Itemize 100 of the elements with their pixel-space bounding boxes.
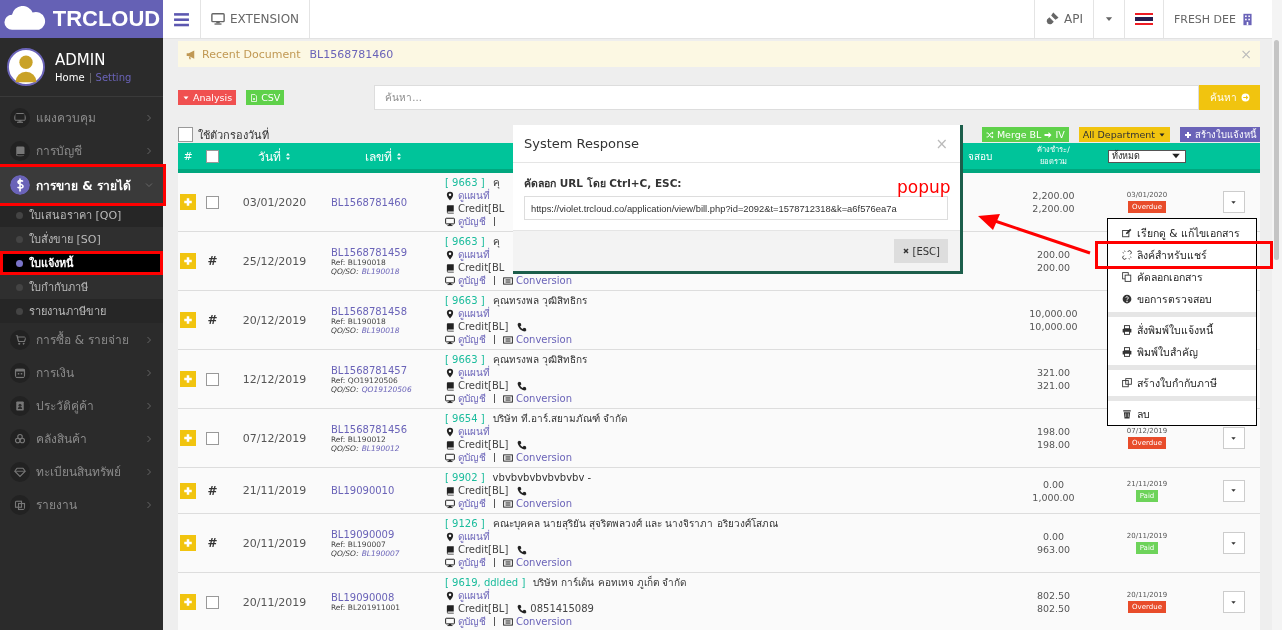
document-link[interactable]: BL19090010 [331, 485, 395, 496]
row-checkbox[interactable] [206, 431, 219, 445]
caret-icon [1230, 198, 1237, 206]
conversion-link[interactable]: Conversion [516, 393, 573, 404]
account-link[interactable]: ดูบัญชี [458, 555, 486, 570]
select-all-checkbox[interactable] [206, 149, 219, 163]
expand-button[interactable] [180, 594, 196, 610]
sidebar-item[interactable]: การบัญชี [0, 134, 163, 167]
row-menu-button[interactable] [1222, 532, 1245, 554]
row-menu-button[interactable] [1222, 191, 1245, 213]
menu-item[interactable]: ขอการตรวจสอบ [1108, 288, 1256, 310]
sidebar-item[interactable]: การขาย & รายได้ [0, 167, 163, 203]
pin-icon [445, 367, 455, 378]
scrollbar[interactable] [1272, 0, 1282, 630]
conversion-link[interactable]: Conversion [516, 275, 573, 286]
conversion-link[interactable]: Conversion [516, 334, 573, 345]
expand-button[interactable] [180, 482, 196, 499]
account-link[interactable]: ดูบัญชี [458, 273, 486, 288]
plug-icon [1044, 12, 1059, 26]
list-icon [503, 557, 513, 568]
account-link[interactable]: ดูบัญชี [458, 391, 486, 406]
map-link[interactable]: ดูแผนที่ [458, 529, 490, 544]
api-button[interactable]: API [1033, 0, 1093, 38]
menu-item[interactable]: คัดลอกเอกสาร [1108, 266, 1256, 288]
row-menu-button[interactable] [1222, 427, 1245, 449]
row-checkbox[interactable] [206, 195, 219, 209]
account-link[interactable]: ดูบัญชี [458, 450, 486, 465]
conversion-link[interactable]: Conversion [516, 616, 573, 627]
expand-button[interactable] [180, 253, 196, 269]
extension-button[interactable]: EXTENSION [201, 0, 311, 38]
conversion-link[interactable]: Conversion [516, 557, 573, 568]
phone-number: 0851415089 [530, 603, 594, 614]
filter-label: ใช้ตัวกรองวันที่ [198, 126, 269, 144]
sidebar-subitem[interactable]: ใบสั่งขาย [SO] [0, 227, 163, 251]
create-button[interactable]: สร้างใบแจ้งหนี้ [1180, 127, 1260, 142]
pin-icon [445, 531, 455, 542]
row-checkbox[interactable] [206, 595, 219, 609]
document-link[interactable]: BL19090009 [331, 528, 395, 540]
expand-button[interactable] [180, 430, 196, 446]
sidebar-item[interactable]: ประวัติคู่ค้า [0, 389, 163, 422]
menu-item[interactable]: เรียกดู & แก้ไขเอกสาร [1108, 222, 1256, 244]
account-link[interactable]: ดูบัญชี [458, 214, 486, 229]
sidebar-item[interactable]: รายงาน [0, 488, 163, 521]
book-icon [445, 544, 455, 555]
conversion-link[interactable]: Conversion [516, 498, 573, 509]
account-link[interactable]: ดูบัญชี [458, 332, 486, 347]
menu-item[interactable]: ลบ [1108, 403, 1256, 425]
sidebar-item[interactable]: คลังสินค้า [0, 422, 163, 455]
sidebar-subitem[interactable]: ใบแจ้งหนี้ [0, 251, 163, 275]
map-link[interactable]: ดูแผนที่ [458, 306, 490, 321]
map-link[interactable]: ดูแผนที่ [458, 588, 490, 603]
scroll-thumb[interactable] [1274, 40, 1279, 260]
map-link[interactable]: ดูแผนที่ [458, 247, 490, 262]
menu-item[interactable]: สร้างใบกำกับภาษี [1108, 372, 1256, 394]
sidebar-subitem[interactable]: ใบกำกับภาษี [0, 275, 163, 299]
map-link[interactable]: ดูแผนที่ [458, 365, 490, 380]
document-link[interactable]: BL1568781460 [331, 196, 408, 208]
chevron-icon [145, 401, 153, 410]
customer-code: [ 9663 ] [445, 177, 485, 188]
conversion-link[interactable]: Conversion [516, 452, 573, 463]
status-filter-select[interactable]: ทั้งหมด [1108, 149, 1186, 163]
sidebar-subitem[interactable]: รายงานภาษีขาย [0, 299, 163, 323]
analysis-button[interactable]: Analysis [178, 90, 237, 105]
phone-icon [517, 380, 528, 391]
expand-button[interactable] [180, 371, 196, 387]
expand-button[interactable] [180, 535, 196, 551]
row-menu-button[interactable] [1222, 479, 1245, 502]
esc-button[interactable]: [ESC] [893, 239, 948, 263]
document-link[interactable]: BL1568781456 [331, 423, 408, 435]
expand-button[interactable] [180, 312, 196, 328]
sidebar-item[interactable]: แผงควบคุม [0, 101, 163, 134]
menu-item[interactable]: พิมพ์ใบสำคัญ [1108, 341, 1256, 363]
book-icon [445, 203, 455, 214]
total-cell: 321.00 [1036, 379, 1071, 392]
map-link[interactable]: ดูแผนที่ [458, 424, 490, 439]
document-link[interactable]: BL19090008 [331, 592, 395, 603]
sidebar-item[interactable]: การเงิน [0, 356, 163, 389]
menu-item[interactable]: ลิงค์สำหรับแชร์ [1098, 244, 1270, 266]
user-link[interactable]: Setting [95, 72, 132, 83]
separator-text [494, 217, 495, 226]
row-menu-button[interactable] [1222, 591, 1245, 613]
sidebar-item[interactable]: การซื้อ & รายจ่าย [0, 323, 163, 356]
user-link[interactable]: Home [55, 72, 85, 83]
document-link[interactable]: BL1568781458 [331, 305, 408, 317]
sidebar-item[interactable]: ทะเบียนสินทรัพย์ [0, 455, 163, 488]
map-link[interactable]: ดูแผนที่ [458, 188, 490, 203]
url-field[interactable]: https://violet.trcloud.co/application/view/bill.php?id=2092&t=1578712318&k=a6f576ea7a [524, 196, 948, 220]
row-checkbox[interactable] [206, 372, 219, 386]
separator-text [494, 617, 495, 626]
filter-checkbox[interactable] [178, 127, 193, 142]
account-link[interactable]: ดูบัญชี [458, 614, 486, 629]
document-link[interactable]: BL1568781457 [331, 364, 408, 376]
account-link[interactable]: ดูบัญชี [458, 496, 486, 511]
expand-button[interactable] [180, 194, 196, 210]
search-field[interactable]: ค้นหา... [374, 85, 1199, 110]
document-link[interactable]: BL1568781460 [309, 47, 1236, 61]
user-name: ADMIN [55, 51, 107, 69]
document-link[interactable]: BL1568781459 [331, 246, 408, 258]
department-dropdown[interactable]: All Department [1078, 127, 1170, 142]
menu-item[interactable]: สั่งพิมพ์ใบแจ้งหนี้ [1108, 319, 1256, 341]
